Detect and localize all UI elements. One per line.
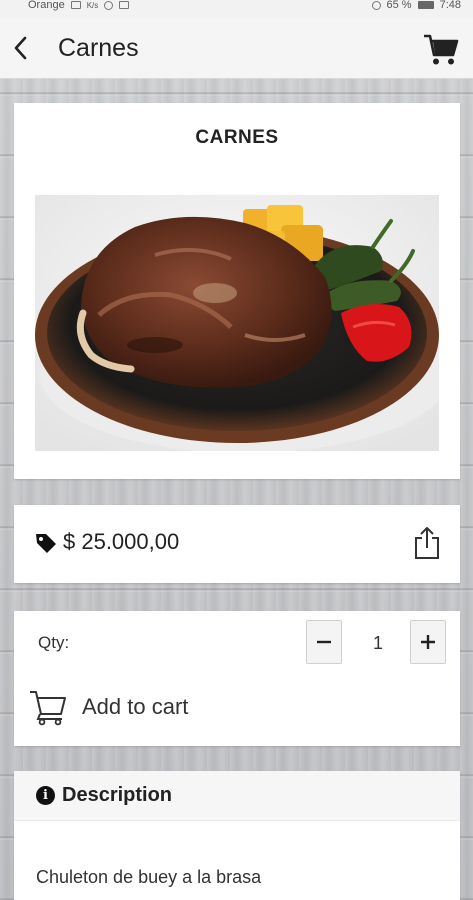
sync-icon — [104, 0, 114, 10]
status-right: 65 % 7:48 — [371, 0, 461, 11]
quantity-decrease-button[interactable] — [306, 620, 342, 664]
back-button[interactable] — [0, 18, 40, 79]
price-value: $ 25.000,00 — [63, 529, 180, 554]
network-speed-label: K/s — [86, 0, 99, 10]
battery-percent: 65 % — [386, 0, 412, 11]
carrier-label: Orange — [28, 0, 65, 11]
shopping-cart-icon — [424, 34, 459, 65]
share-button[interactable] — [412, 525, 442, 561]
add-to-cart-button[interactable]: Add to cart — [28, 685, 328, 729]
info-icon: i — [36, 786, 55, 805]
status-left: Orange K/s — [28, 0, 130, 11]
description-text: Chuleton de buey a la brasa — [36, 867, 262, 887]
page-title: Carnes — [58, 33, 139, 62]
product-card: CARNES — [14, 103, 460, 532]
add-to-cart-label: Add to cart — [82, 694, 189, 719]
product-name: CARNES — [195, 127, 279, 148]
alarm-icon — [371, 0, 381, 10]
back-arrow-icon — [14, 36, 27, 60]
status-bar: Orange K/s 65 % 7:48 — [0, 0, 473, 18]
description-card: i Description Chuleton de buey a la bras… — [14, 771, 460, 900]
grilled-steak-photo — [35, 195, 439, 451]
share-icon — [415, 527, 439, 559]
clock: 7:48 — [439, 0, 461, 11]
minus-icon — [317, 640, 331, 644]
cart-outline-icon — [30, 691, 66, 726]
quantity-label: Qty: — [38, 633, 70, 652]
signal-icon — [70, 1, 81, 9]
quantity-card: Qty: 1 Add to cart — [14, 611, 460, 746]
product-image[interactable] — [35, 195, 439, 451]
app-header: Carnes — [0, 18, 473, 79]
description-header[interactable]: i Description — [14, 771, 460, 821]
price-card: $ 25.000,00 — [14, 505, 460, 583]
price-tag-icon — [36, 534, 56, 553]
image-notification-icon — [119, 1, 130, 9]
header-cart-button[interactable] — [421, 30, 461, 70]
battery-icon — [417, 1, 434, 9]
quantity-increase-button[interactable] — [410, 620, 446, 664]
plus-icon — [421, 635, 435, 649]
description-title: Description — [62, 784, 173, 806]
quantity-value[interactable]: 1 — [354, 633, 402, 654]
